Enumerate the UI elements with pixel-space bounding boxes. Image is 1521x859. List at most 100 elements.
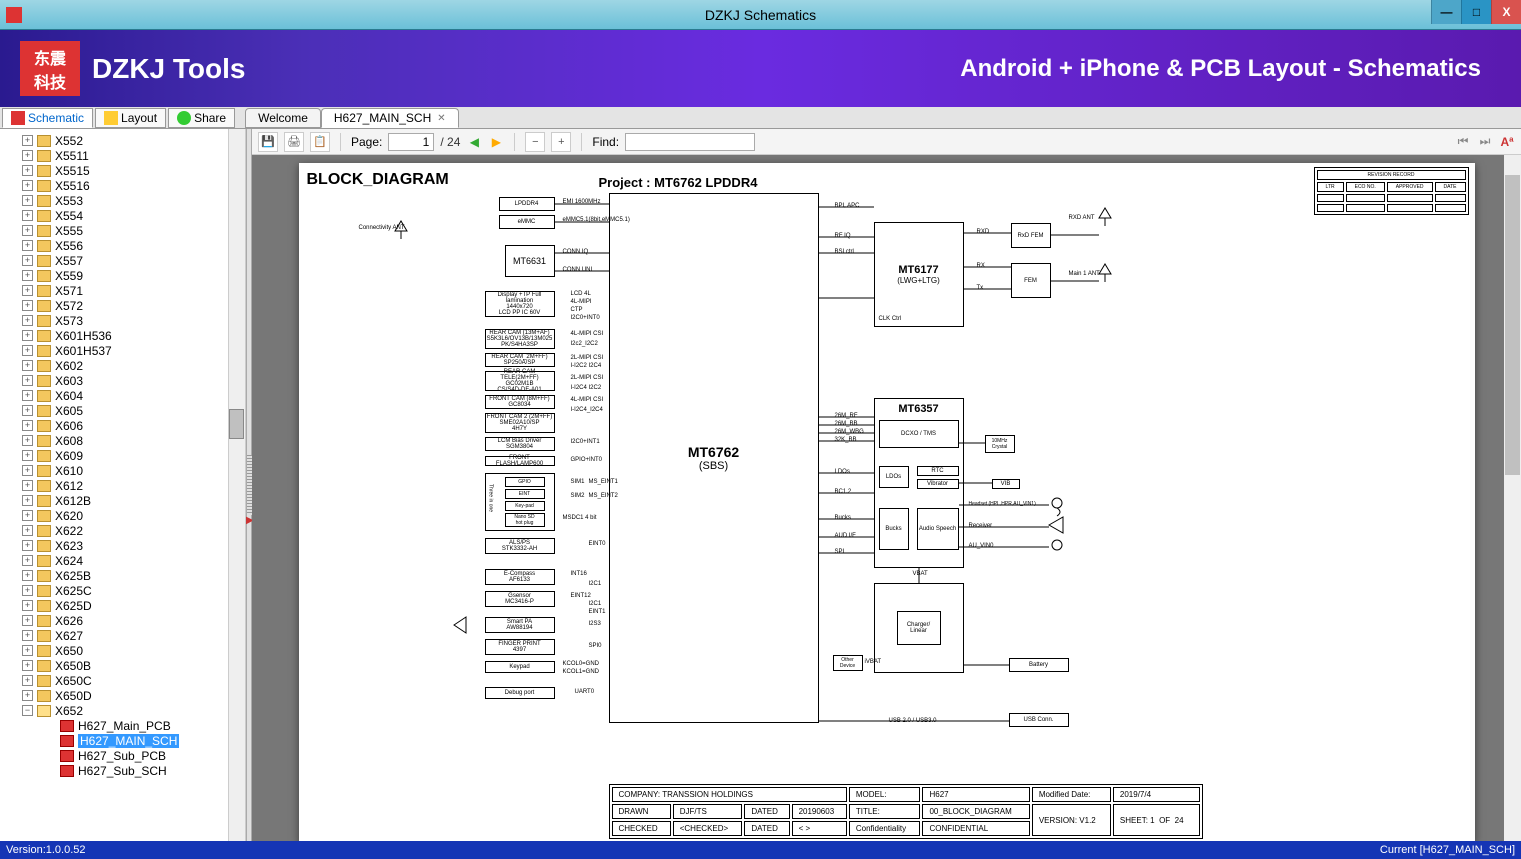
expand-icon[interactable]: + [22, 600, 33, 611]
tree-folder[interactable]: +X554 [2, 208, 243, 223]
tree-folder[interactable]: +X608 [2, 433, 243, 448]
tree-folder[interactable]: +X552 [2, 133, 243, 148]
tree-folder[interactable]: +X650D [2, 688, 243, 703]
expand-icon[interactable]: + [22, 630, 33, 641]
expand-icon[interactable]: + [22, 195, 33, 206]
tree-folder[interactable]: +X605 [2, 403, 243, 418]
viewer-scrollbar-v[interactable] [1504, 155, 1521, 841]
tree-folder[interactable]: +X612 [2, 478, 243, 493]
tree-folder[interactable]: +X555 [2, 223, 243, 238]
expand-icon[interactable]: + [22, 615, 33, 626]
sidebar-scroll-thumb[interactable] [229, 409, 244, 439]
tree-folder[interactable]: +X559 [2, 268, 243, 283]
tree-folder-expanded[interactable]: −X652 [2, 703, 243, 718]
tree-folder[interactable]: +X601H537 [2, 343, 243, 358]
tree-folder[interactable]: +X623 [2, 538, 243, 553]
tree-folder[interactable]: +X573 [2, 313, 243, 328]
expand-icon[interactable]: + [22, 525, 33, 536]
tree-folder[interactable]: +X620 [2, 508, 243, 523]
tab-welcome[interactable]: Welcome [245, 108, 321, 128]
prev-page-button[interactable]: ◀ [466, 134, 482, 150]
expand-icon[interactable]: + [22, 210, 33, 221]
text-tool-button[interactable]: Aª [1499, 134, 1515, 150]
tree-folder[interactable]: +X622 [2, 523, 243, 538]
next-page-button[interactable]: ▶ [488, 134, 504, 150]
expand-icon[interactable]: + [22, 360, 33, 371]
last-page-button[interactable]: ⏭ [1477, 134, 1493, 150]
minimize-button[interactable]: — [1431, 0, 1461, 24]
find-input[interactable] [625, 133, 755, 151]
first-page-button[interactable]: ⏮ [1455, 134, 1471, 150]
expand-icon[interactable]: + [22, 345, 33, 356]
maximize-button[interactable]: □ [1461, 0, 1491, 24]
expand-icon[interactable]: + [22, 435, 33, 446]
expand-icon[interactable]: + [22, 375, 33, 386]
tree-folder[interactable]: +X626 [2, 613, 243, 628]
viewer-scroll-thumb[interactable] [1505, 175, 1520, 475]
expand-icon[interactable]: + [22, 555, 33, 566]
tree-folder[interactable]: +X625D [2, 598, 243, 613]
tree-folder[interactable]: +X625C [2, 583, 243, 598]
expand-icon[interactable]: + [22, 150, 33, 161]
collapse-icon[interactable]: − [22, 705, 33, 716]
sidebar-scrollbar[interactable] [228, 129, 245, 841]
expand-icon[interactable]: + [22, 585, 33, 596]
expand-icon[interactable]: + [22, 675, 33, 686]
save-button[interactable]: 💾 [258, 132, 278, 152]
close-tab-icon[interactable]: ✕ [437, 113, 445, 124]
expand-icon[interactable]: + [22, 390, 33, 401]
expand-icon[interactable]: + [22, 165, 33, 176]
tree-file[interactable]: H627_Main_PCB [2, 718, 243, 733]
expand-icon[interactable]: + [22, 510, 33, 521]
tree-folder[interactable]: +X650 [2, 643, 243, 658]
tab-active-document[interactable]: H627_MAIN_SCH✕ [321, 108, 459, 128]
tree-folder[interactable]: +X606 [2, 418, 243, 433]
expand-icon[interactable]: + [22, 480, 33, 491]
expand-icon[interactable]: + [22, 465, 33, 476]
tree-folder[interactable]: +X650C [2, 673, 243, 688]
tree-folder[interactable]: +X601H536 [2, 328, 243, 343]
tree-folder[interactable]: +X627 [2, 628, 243, 643]
mode-share[interactable]: Share [168, 108, 235, 128]
expand-icon[interactable]: + [22, 315, 33, 326]
expand-icon[interactable]: + [22, 270, 33, 281]
expand-icon[interactable]: + [22, 225, 33, 236]
tree-folder[interactable]: +X609 [2, 448, 243, 463]
print-button[interactable]: 🖨 [284, 132, 304, 152]
tree-file[interactable]: H627_MAIN_SCH [2, 733, 243, 748]
expand-icon[interactable]: + [22, 255, 33, 266]
tree-folder[interactable]: +X5516 [2, 178, 243, 193]
expand-icon[interactable]: + [22, 645, 33, 656]
tree-folder[interactable]: +X553 [2, 193, 243, 208]
expand-icon[interactable]: + [22, 135, 33, 146]
tree-folder[interactable]: +X572 [2, 298, 243, 313]
tree-folder[interactable]: +X624 [2, 553, 243, 568]
tree-folder[interactable]: +X602 [2, 358, 243, 373]
expand-icon[interactable]: + [22, 300, 33, 311]
expand-icon[interactable]: + [22, 240, 33, 251]
tree-folder[interactable]: +X612B [2, 493, 243, 508]
expand-icon[interactable]: + [22, 450, 33, 461]
expand-icon[interactable]: + [22, 420, 33, 431]
page-number-input[interactable] [388, 133, 434, 151]
mode-schematic[interactable]: Schematic [2, 108, 93, 128]
zoom-in-button[interactable]: + [551, 132, 571, 152]
expand-icon[interactable]: + [22, 660, 33, 671]
zoom-out-button[interactable]: − [525, 132, 545, 152]
close-button[interactable]: X [1491, 0, 1521, 24]
tree-folder[interactable]: +X557 [2, 253, 243, 268]
tree-folder[interactable]: +X610 [2, 463, 243, 478]
expand-icon[interactable]: + [22, 330, 33, 341]
tree-folder[interactable]: +X556 [2, 238, 243, 253]
tree-folder[interactable]: +X5511 [2, 148, 243, 163]
expand-icon[interactable]: + [22, 285, 33, 296]
copy-button[interactable]: 📋 [310, 132, 330, 152]
tree-folder[interactable]: +X571 [2, 283, 243, 298]
tree-file[interactable]: H627_Sub_PCB [2, 748, 243, 763]
expand-icon[interactable]: + [22, 540, 33, 551]
expand-icon[interactable]: + [22, 570, 33, 581]
expand-icon[interactable]: + [22, 495, 33, 506]
page-canvas[interactable]: BLOCK_DIAGRAM Project : MT6762 LPDDR4 RE… [252, 155, 1521, 841]
tree-folder[interactable]: +X5515 [2, 163, 243, 178]
mode-layout[interactable]: Layout [95, 108, 166, 128]
